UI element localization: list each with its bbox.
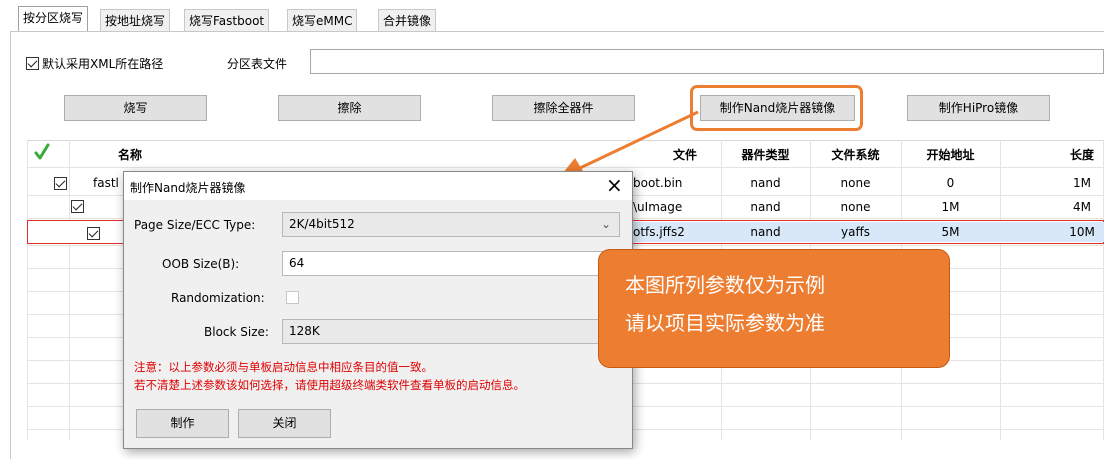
row-type-cell: nand [750, 176, 781, 190]
erase-button[interactable]: 擦除 [278, 95, 421, 121]
callout-line1: 本图所列参数仅为示例 [625, 273, 825, 297]
note-callout: 本图所列参数仅为示例 请以项目实际参数为准 [598, 249, 950, 368]
use-xml-path-checkbox[interactable] [26, 57, 39, 70]
row-fs-cell: none [840, 200, 871, 214]
row-start-cell: 5M [941, 225, 960, 239]
row-type-cell: nand [750, 225, 781, 239]
col-divider [69, 140, 70, 440]
nand-image-dialog: 制作Nand烧片器镜像 × Page Size/ECC Type: 2K/4bi… [123, 171, 633, 449]
row-checkbox[interactable] [70, 200, 84, 213]
callout-line2: 请以项目实际参数为准 [625, 311, 825, 335]
close-button[interactable]: 关闭 [238, 409, 331, 438]
page-size-label: Page Size/ECC Type: [134, 218, 256, 232]
row-start-cell: 0 [946, 176, 955, 190]
row-name-cell: fastl [93, 176, 119, 190]
randomization-checkbox[interactable] [286, 291, 299, 304]
dialog-title: 制作Nand烧片器镜像 [130, 181, 246, 195]
row-checkbox[interactable] [53, 177, 67, 190]
column-name-header: 名称 [117, 148, 142, 162]
column-device-type-header: 器件类型 [741, 148, 790, 162]
row-length-cell: 1M [1073, 176, 1091, 190]
tab-partition-burn[interactable]: 按分区烧写 [18, 6, 89, 32]
column-length-header: 长度 [1069, 148, 1094, 162]
col-divider [27, 140, 28, 440]
column-start-address-header: 开始地址 [926, 148, 975, 162]
warning-note-line2: 若不清楚上述参数该如何选择，请使用超级终端类软件查看单板的启动信息。 [134, 378, 525, 392]
oob-size-input[interactable]: 64 [282, 251, 620, 276]
tab-burn-fastboot[interactable]: 烧写Fastboot [184, 9, 270, 31]
make-button[interactable]: 制作 [136, 409, 229, 438]
randomization-label: Randomization: [171, 291, 265, 305]
warning-note-line1: 注意：以上参数必须与单板启动信息中相应条目的值一致。 [134, 360, 433, 374]
row-length-cell: 4M [1073, 200, 1091, 214]
close-icon[interactable]: × [606, 174, 623, 196]
block-size-input[interactable]: 128K [282, 319, 620, 344]
tab-merge-image[interactable]: 合并镜像 [378, 9, 437, 31]
row-file-cell: otfs.jffs2 [633, 225, 685, 239]
row-fs-cell: yaffs [841, 225, 870, 239]
oob-size-label: OOB Size(B): [162, 257, 240, 271]
make-hipro-image-button[interactable]: 制作HiPro镜像 [907, 95, 1050, 121]
column-filesystem-header: 文件系统 [831, 148, 880, 162]
use-xml-path-label: 默认采用XML所在路径 [42, 57, 164, 71]
page-size-value: 2K/4bit512 [289, 217, 355, 231]
row-checkbox[interactable] [87, 227, 101, 240]
partition-file-label: 分区表文件 [227, 57, 288, 71]
burn-button[interactable]: 烧写 [64, 95, 207, 121]
col-divider [1000, 140, 1001, 440]
page-size-select[interactable]: 2K/4bit512 ⌄ [282, 212, 620, 237]
block-size-label: Block Size: [204, 325, 269, 339]
tab-burn-emmc[interactable]: 烧写eMMC [287, 9, 358, 31]
tab-address-burn[interactable]: 按地址烧写 [100, 9, 171, 31]
partition-file-input[interactable] [310, 49, 1104, 74]
row-length-cell: 10M [1069, 225, 1095, 239]
row-type-cell: nand [750, 200, 781, 214]
chevron-down-icon: ⌄ [600, 217, 611, 231]
select-all-check-icon[interactable] [34, 143, 50, 161]
row-fs-cell: none [840, 176, 871, 190]
row-start-cell: 1M [941, 200, 960, 214]
dialog-title-bar: 制作Nand烧片器镜像 × [124, 172, 632, 200]
